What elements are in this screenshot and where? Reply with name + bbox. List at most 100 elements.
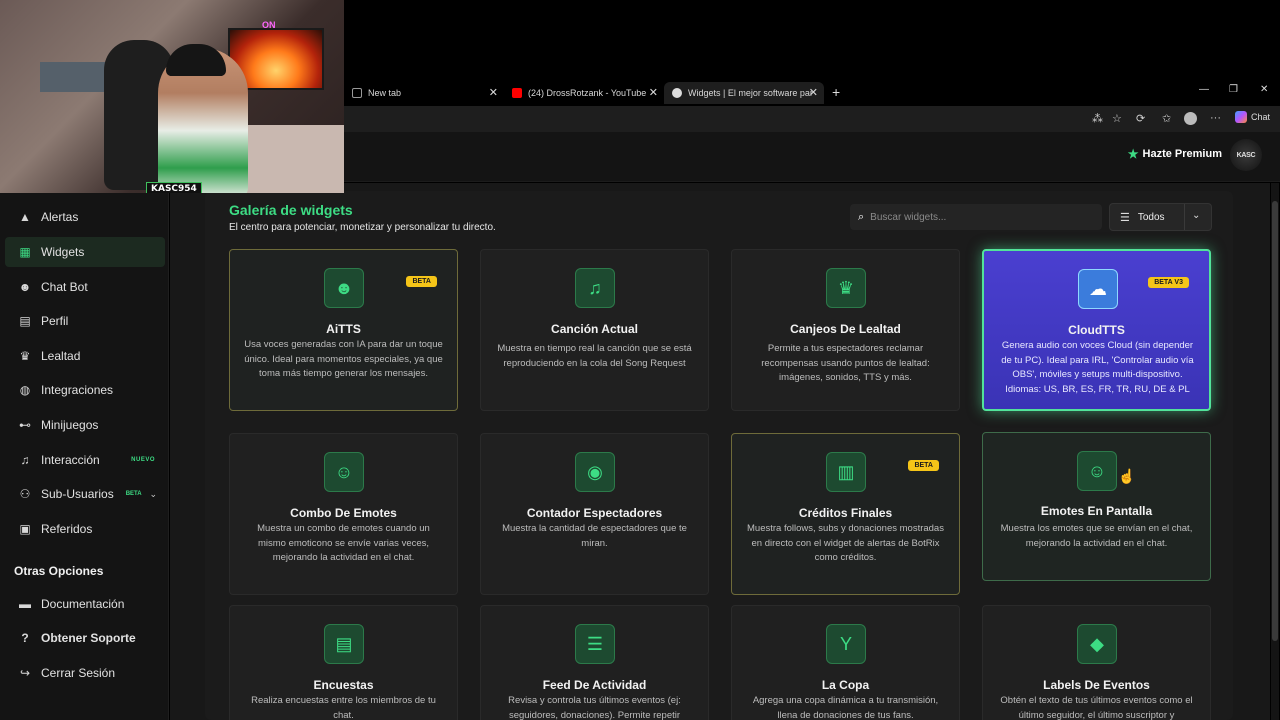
restore-icon[interactable]: ❐ <box>1229 84 1238 95</box>
avatar-logo-text: KASC <box>1236 151 1256 159</box>
profile-avatar[interactable] <box>1184 112 1197 125</box>
widget-card-emotes-en-pantalla[interactable]: ☺ Emotes En Pantalla Muestra los emotes … <box>982 432 1211 581</box>
card-description: Usa voces generadas con IA para dar un t… <box>244 339 443 379</box>
page-subtitle: El centro para potenciar, monetizar y pe… <box>229 222 496 233</box>
widget-card-cloudtts[interactable]: ☁ BETA V3 CloudTTS Genera audio con voce… <box>982 249 1211 411</box>
film-icon: ▥ <box>826 452 866 492</box>
widget-card-cancion-actual[interactable]: ♫ Canción Actual Muestra en tiempo real … <box>480 249 709 411</box>
chevron-down-icon[interactable]: ⌄ <box>1192 210 1200 221</box>
card-title: Feed De Actividad <box>542 678 647 692</box>
music-icon: ♫ <box>20 453 30 467</box>
sidebar-item-label: Interacción <box>41 453 100 467</box>
sidebar-item-sub-usuarios[interactable]: ⚇ Sub-Usuarios BETA ⌄ <box>5 479 165 509</box>
card-title: Labels De Eventos <box>1043 678 1150 692</box>
tab-youtube[interactable]: (24) DrossRotzank - YouTube ✕ <box>504 82 664 104</box>
page-scrollbar[interactable] <box>1271 183 1279 720</box>
favorites-icon[interactable]: ✩ <box>1162 112 1171 125</box>
category-filter-dropdown[interactable]: ☰ Todos ⌄ <box>1109 203 1212 231</box>
card-description: Muestra un combo de emotes cuando un mis… <box>257 523 430 563</box>
favorite-star-icon[interactable]: ☆ <box>1112 112 1122 125</box>
plug-icon: ◍ <box>19 383 31 397</box>
close-icon[interactable]: ✕ <box>809 86 818 99</box>
logout-icon: ↪ <box>19 666 31 680</box>
new-tab-button[interactable]: + <box>832 84 840 100</box>
widget-card-canjeos-de-lealtad[interactable]: ♛ Canjeos De Lealtad Permite a tus espec… <box>731 249 960 411</box>
music-icon: ♫ <box>575 268 615 308</box>
premium-button[interactable]: ★ Hazte Premium <box>1128 147 1222 161</box>
card-title: Canjeos De Lealtad <box>790 322 901 336</box>
premium-label: Hazte Premium <box>1142 148 1222 160</box>
webcam-neon-sign: ON <box>262 20 276 30</box>
card-title: CloudTTS <box>1068 323 1125 337</box>
widget-card-combo-de-emotes[interactable]: ☺ Combo De Emotes Muestra un combo de em… <box>229 433 458 595</box>
chevron-down-icon[interactable]: ⌄ <box>149 489 157 500</box>
widget-card-creditos-finales[interactable]: ▥ BETA Créditos Finales Muestra follows,… <box>731 433 960 595</box>
widget-card-contador-espectadores[interactable]: ◉ Contador Espectadores Muestra la canti… <box>480 433 709 595</box>
tab-new-tab[interactable]: New tab ✕ <box>344 82 504 104</box>
sidebar-item-cerrar-sesion[interactable]: ↪ Cerrar Sesión <box>5 658 165 688</box>
sidebar-item-label: Alertas <box>41 210 79 224</box>
search-input[interactable] <box>870 211 1081 223</box>
sidebar-item-documentacion[interactable]: ▬ Documentación <box>5 589 165 619</box>
webcam-bed <box>240 125 344 193</box>
webcam-cap <box>166 44 226 76</box>
close-icon[interactable]: ✕ <box>489 86 498 99</box>
cocktail-icon: Y <box>826 624 866 664</box>
sidebar-item-chat-bot[interactable]: ☻ Chat Bot <box>5 272 165 302</box>
botrix-icon <box>672 88 682 98</box>
eye-icon: ◉ <box>575 452 615 492</box>
sidebar-item-interaccion[interactable]: ♫ Interacción NUEVO <box>5 445 165 475</box>
users-icon: ⚇ <box>19 487 31 501</box>
sidebar-item-obtener-soporte[interactable]: ? Obtener Soporte <box>5 623 165 653</box>
sidebar-item-lealtad[interactable]: ♛ Lealtad <box>5 341 165 371</box>
sidebar: ▲ Alertas ▦ Widgets ☻ Chat Bot ▤ Perfil … <box>0 182 169 720</box>
sidebar-item-alertas[interactable]: ▲ Alertas <box>5 202 165 232</box>
webcam-username-tag: KASC954 <box>146 182 202 193</box>
card-description: Revisa y controla tus últimos eventos (e… <box>508 695 681 720</box>
beta-badge: BETA V3 <box>1148 277 1189 288</box>
sidebar-item-label: Integraciones <box>41 383 114 397</box>
scrollbar-thumb[interactable] <box>1272 201 1278 641</box>
warning-icon: ▲ <box>19 210 31 224</box>
card-description: Agrega una copa dinámica a tu transmisió… <box>752 695 939 720</box>
widget-card-aitts[interactable]: ☻ BETA AiTTS Usa voces generadas con IA … <box>229 249 458 411</box>
sidebar-item-label: Minijuegos <box>41 418 99 432</box>
sidebar-item-minijuegos[interactable]: ⊷ Minijuegos <box>5 410 165 440</box>
screen: ON KASC954 New tab ✕ (24) DrossRotzank -… <box>0 0 1280 720</box>
sidebar-item-perfil[interactable]: ▤ Perfil <box>5 306 165 336</box>
contacts-icon: ▣ <box>19 522 31 536</box>
star-icon: ★ <box>1127 147 1139 161</box>
sidebar-item-widgets[interactable]: ▦ Widgets <box>5 237 165 267</box>
tongue-emoji-icon: ☺ <box>1077 451 1117 491</box>
more-icon[interactable]: ··· <box>1210 112 1221 124</box>
card-description: Genera audio con voces Cloud (sin depend… <box>1001 340 1194 395</box>
tab-widgets[interactable]: Widgets | El mejor software para p ✕ <box>664 82 824 104</box>
card-title: Encuestas <box>313 678 374 692</box>
cloud-icon: ☁ <box>1078 269 1118 309</box>
extensions-icon[interactable]: ⟳ <box>1136 112 1145 125</box>
mouse-cursor-icon: ☝ <box>1118 468 1136 484</box>
sidebar-item-label: Referidos <box>41 522 93 536</box>
sidebar-item-integraciones[interactable]: ◍ Integraciones <box>5 375 165 405</box>
translate-icon[interactable]: ⁂ <box>1092 112 1103 125</box>
card-description: Muestra los emotes que se envían en el c… <box>1000 523 1193 549</box>
card-description: Muestra follows, subs y donaciones mostr… <box>747 523 944 563</box>
minimize-icon[interactable]: — <box>1199 84 1209 95</box>
search-box[interactable]: ⌕ <box>850 204 1102 230</box>
filter-label: Todos <box>1137 211 1165 223</box>
close-icon[interactable]: ✕ <box>649 86 658 99</box>
widget-card-encuestas[interactable]: ▤ Encuestas Realiza encuestas entre los … <box>229 605 458 720</box>
card-title: Créditos Finales <box>798 506 893 520</box>
sidebar-item-label: Widgets <box>41 245 85 259</box>
copilot-chat-button[interactable]: Chat <box>1234 111 1270 123</box>
card-title: AiTTS <box>326 322 361 336</box>
other-options-heading: Otras Opciones <box>14 564 104 578</box>
widget-card-la-copa[interactable]: Y La Copa Agrega una copa dinámica a tu … <box>731 605 960 720</box>
tags-icon: ◆ <box>1077 624 1117 664</box>
sidebar-item-referidos[interactable]: ▣ Referidos <box>5 514 165 544</box>
widget-card-labels-de-eventos[interactable]: ◆ Labels De Eventos Obtén el texto de tu… <box>982 605 1211 720</box>
gamepad-icon: ⊷ <box>19 418 31 432</box>
widget-card-feed-de-actividad[interactable]: ☰ Feed De Actividad Revisa y controla tu… <box>480 605 709 720</box>
close-window-icon[interactable]: ✕ <box>1260 84 1268 95</box>
user-avatar[interactable]: KASC <box>1230 139 1262 171</box>
